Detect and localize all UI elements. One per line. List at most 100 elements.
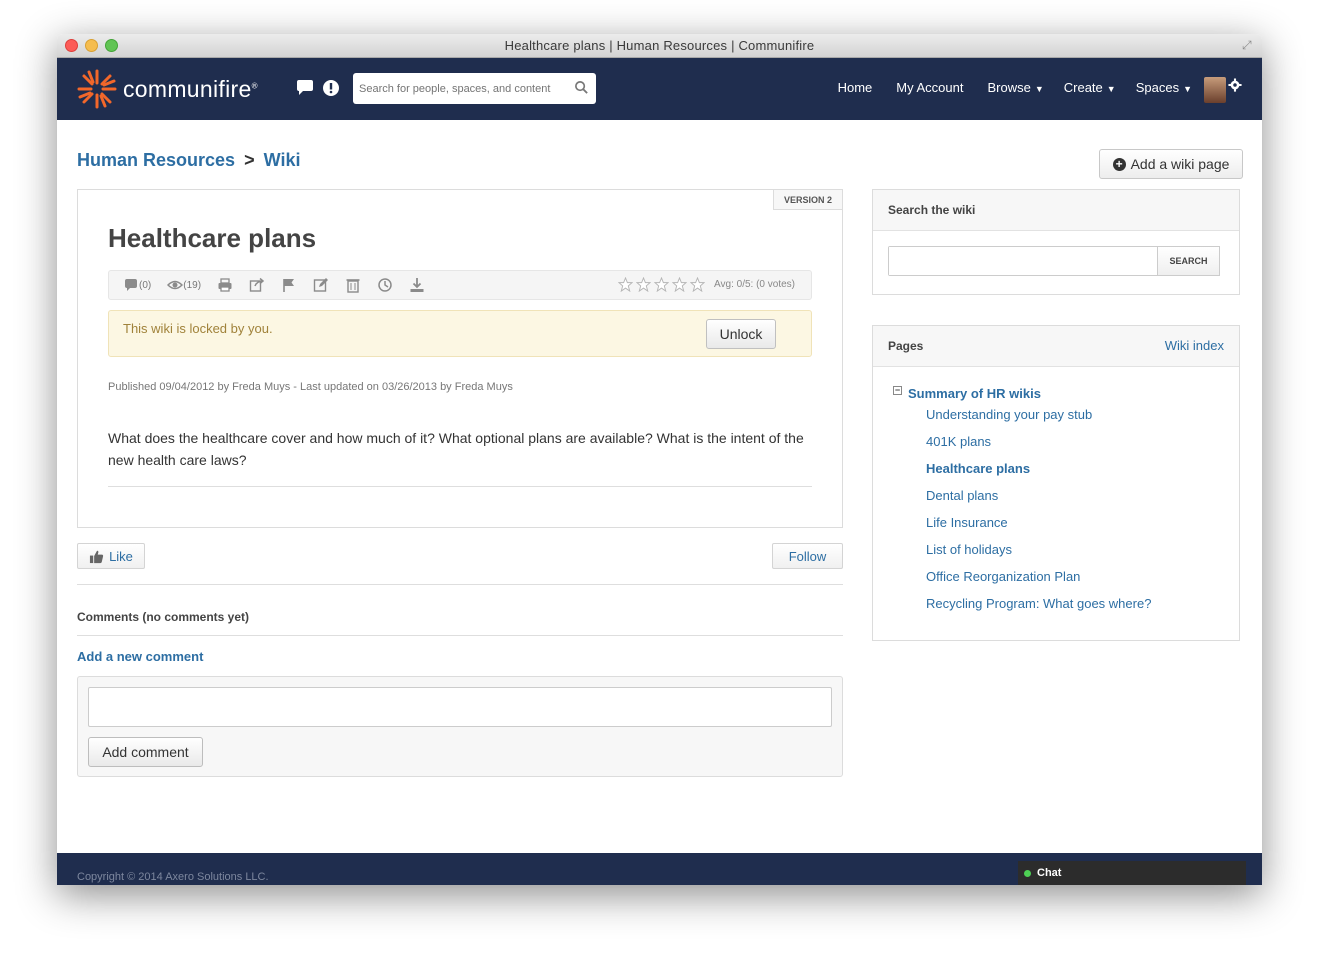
divider	[108, 486, 812, 487]
breadcrumb: Human Resources > Wiki	[77, 150, 300, 171]
divider	[77, 584, 843, 585]
nav-item-spaces[interactable]: Spaces ▼	[1136, 80, 1192, 95]
gear-icon[interactable]	[1228, 78, 1242, 92]
pages-tree: − Summary of HR wikis Understanding your…	[893, 386, 1151, 617]
nav-item-home[interactable]: Home	[838, 80, 877, 95]
list-item[interactable]: Office Reorganization Plan	[926, 563, 1151, 590]
window-title: Healthcare plans | Human Resources | Com…	[504, 38, 815, 53]
history-button[interactable]	[377, 277, 393, 293]
chevron-down-icon: ▼	[1034, 84, 1044, 94]
star-icon[interactable]	[636, 277, 652, 292]
add-wiki-page-button[interactable]: + Add a wiki page	[1099, 149, 1243, 179]
chat-bar[interactable]: Chat	[1018, 861, 1246, 885]
list-item[interactable]: 401K plans	[926, 428, 1151, 455]
breadcrumb-space-link[interactable]: Human Resources	[77, 150, 235, 170]
breadcrumb-separator: >	[244, 150, 255, 170]
share-icon	[249, 277, 265, 292]
thumbs-up-icon	[90, 550, 104, 563]
chat-label: Chat	[1037, 867, 1062, 879]
unlock-button[interactable]: Unlock	[706, 319, 776, 349]
download-button[interactable]	[409, 277, 425, 293]
messages-icon[interactable]	[295, 78, 315, 98]
delete-button[interactable]	[345, 277, 361, 293]
footer: Copyright © 2014 Axero Solutions LLC. Ch…	[57, 853, 1262, 885]
add-new-comment-link[interactable]: Add a new comment	[77, 649, 203, 664]
user-avatar[interactable]	[1204, 77, 1226, 103]
comments-header: Comments (no comments yet)	[77, 610, 250, 624]
tree-root: − Summary of HR wikis	[893, 386, 1151, 401]
comment-textarea[interactable]	[88, 687, 832, 727]
search-wiki-panel: Search the wiki SEARCH	[872, 189, 1240, 295]
comment-count[interactable]: (0)	[123, 277, 151, 293]
wiki-index-link[interactable]: Wiki index	[1165, 338, 1224, 353]
share-button[interactable]	[249, 277, 265, 293]
list-item[interactable]: List of holidays	[926, 536, 1151, 563]
trash-icon	[346, 279, 360, 293]
eye-icon	[167, 280, 184, 290]
browser-window: Healthcare plans | Human Resources | Com…	[57, 34, 1262, 885]
nav-spaces-label: Spaces	[1135, 80, 1180, 95]
collapse-icon[interactable]: −	[893, 386, 902, 395]
search-icon[interactable]	[574, 80, 589, 95]
view-count-value: (19)	[183, 279, 202, 291]
comment-count-value: (0)	[139, 279, 152, 291]
print-button[interactable]	[217, 277, 233, 293]
chevron-down-icon: ▼	[1106, 84, 1116, 94]
list-item-active[interactable]: Healthcare plans	[926, 455, 1151, 482]
rating-stars: Avg: 0/5: (0 votes)	[618, 277, 795, 292]
brand-name: communifire	[123, 75, 252, 102]
add-comment-button[interactable]: Add comment	[88, 737, 203, 767]
star-icon[interactable]	[654, 277, 670, 292]
pages-panel: Pages Wiki index − Summary of HR wikis U…	[872, 325, 1240, 641]
locked-notice: This wiki is locked by you. Unlock	[108, 310, 812, 357]
version-tag: VERSION 2	[772, 189, 843, 210]
wiki-search-input[interactable]	[889, 247, 1157, 275]
follow-button[interactable]: Follow	[772, 543, 843, 569]
star-icon[interactable]	[618, 277, 634, 292]
global-search	[353, 73, 596, 104]
plus-circle-icon: +	[1112, 157, 1126, 171]
star-icon[interactable]	[672, 277, 688, 292]
divider	[77, 635, 843, 636]
wiki-search: SEARCH	[888, 246, 1220, 276]
nav-item-browse[interactable]: Browse ▼	[987, 80, 1043, 95]
global-search-input[interactable]	[353, 73, 563, 104]
like-button[interactable]: Like	[77, 543, 145, 569]
nav-icons	[295, 78, 341, 98]
list-item[interactable]: Dental plans	[926, 482, 1151, 509]
chevron-down-icon: ▼	[1183, 84, 1192, 94]
brand-registered-mark: ®	[251, 80, 258, 90]
list-item[interactable]: Understanding your pay stub	[926, 401, 1151, 428]
article-body: What does the healthcare cover and how m…	[108, 430, 804, 468]
star-icon[interactable]	[690, 277, 706, 292]
clock-icon	[378, 278, 392, 292]
main-menu: Home My Account Browse ▼ Create ▼ Spaces ▼	[838, 80, 1192, 95]
comment-form: Add comment	[77, 676, 843, 777]
article-toolbar: (0) (19) Avg: 0/5: (0 votes)	[108, 270, 812, 300]
online-status-icon	[1024, 869, 1031, 877]
title-bar: Healthcare plans | Human Resources | Com…	[57, 34, 1262, 58]
pages-title: Pages	[888, 339, 924, 353]
wiki-search-button[interactable]: SEARCH	[1157, 246, 1220, 276]
rating-average: Avg: 0/5: (0 votes)	[714, 279, 795, 290]
nav-item-create[interactable]: Create ▼	[1064, 80, 1116, 95]
brand-logo[interactable]: communifire®	[75, 67, 258, 111]
flag-button[interactable]	[281, 277, 297, 293]
pages-list: Understanding your pay stub 401K plans H…	[926, 401, 1151, 617]
nav-item-my-account[interactable]: My Account	[896, 80, 967, 95]
like-label: Like	[109, 548, 133, 564]
list-item[interactable]: Recycling Program: What goes where?	[926, 590, 1151, 617]
page-content: Human Resources > Wiki + Add a wiki page…	[57, 120, 1262, 853]
top-navbar: communifire® Home My Account Browse▼ Cre…	[57, 58, 1262, 120]
view-count: (19)	[167, 277, 201, 293]
comment-icon	[125, 279, 137, 291]
list-item[interactable]: Life Insurance	[926, 509, 1151, 536]
breadcrumb-wiki-link[interactable]: Wiki	[264, 150, 301, 170]
fullscreen-icon[interactable]: ⤢	[1242, 38, 1256, 52]
tree-root-link[interactable]: Summary of HR wikis	[908, 386, 1041, 401]
edit-button[interactable]	[313, 277, 329, 293]
pages-header: Pages Wiki index	[873, 326, 1239, 367]
search-wiki-header: Search the wiki	[873, 190, 1239, 231]
notifications-icon[interactable]	[321, 78, 341, 98]
page-title: Healthcare plans	[108, 223, 317, 253]
